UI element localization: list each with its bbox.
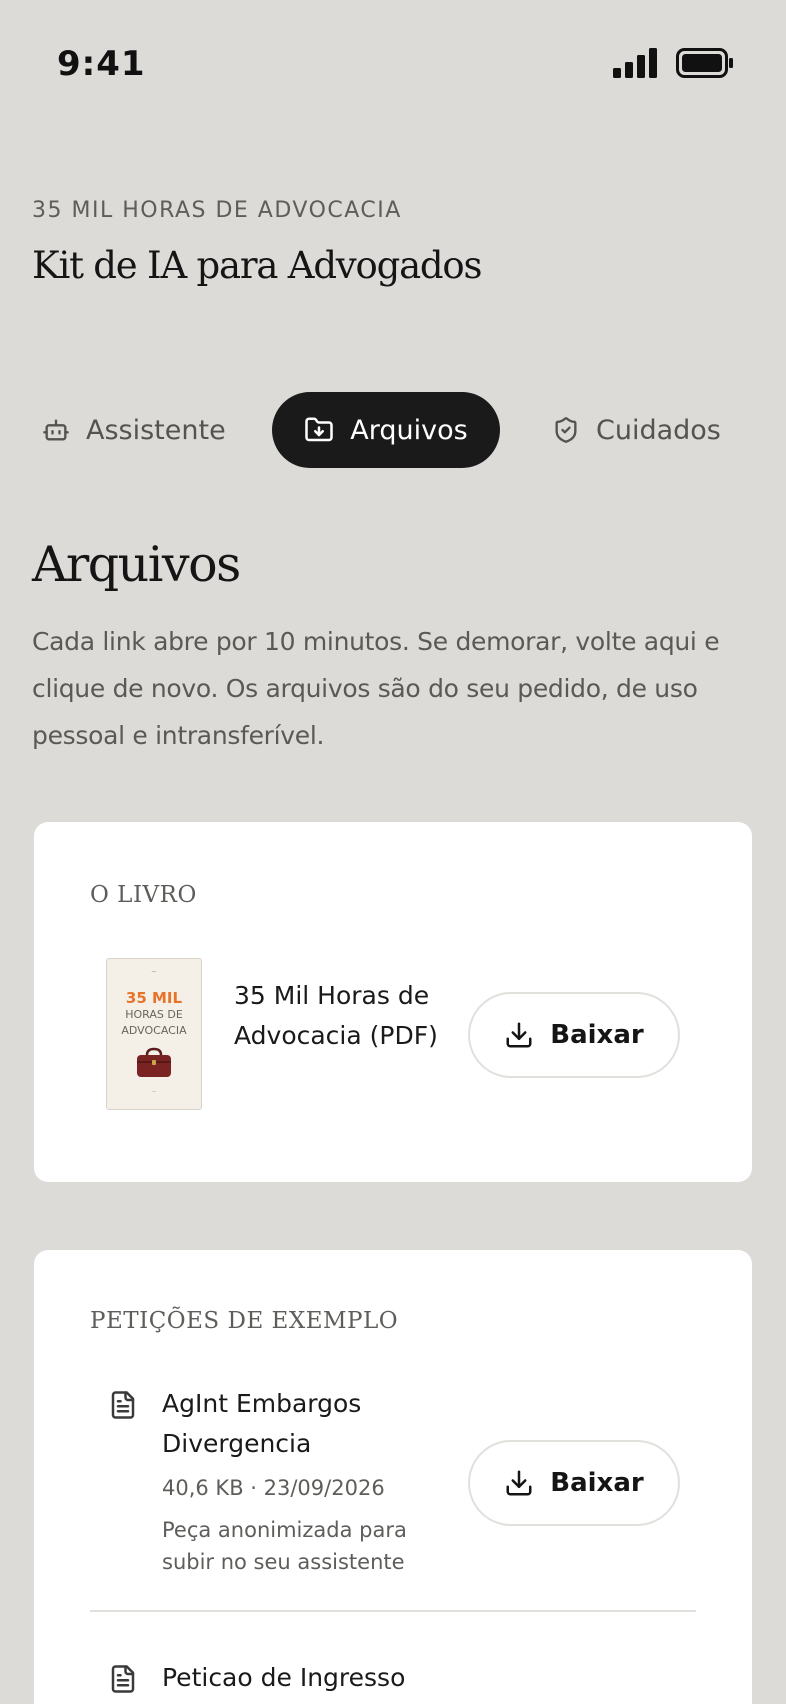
book-cover: — 35 MIL HORAS DE ADVOCACIA — bbox=[106, 958, 202, 1110]
petitions-card: PETIÇÕES DE EXEMPLO AgInt Embargos Diver… bbox=[34, 1250, 752, 1704]
folder-download-icon bbox=[305, 417, 334, 442]
tab-arquivos[interactable]: Arquivos bbox=[272, 392, 500, 468]
tab-label: Arquivos bbox=[350, 414, 468, 446]
cover-title-line: 35 MIL bbox=[125, 989, 183, 1007]
download-icon bbox=[506, 1022, 532, 1048]
section-description: Cada link abre por 10 minutos. Se demora… bbox=[32, 627, 720, 750]
tab-assistente[interactable]: Assistente bbox=[8, 392, 260, 468]
robot-icon bbox=[43, 419, 69, 441]
shield-check-icon bbox=[555, 417, 577, 443]
section-title: Arquivos bbox=[32, 536, 241, 593]
book-card: O LIVRO — 35 MIL HORAS DE ADVOCACIA — 35… bbox=[34, 822, 752, 1182]
cover-footer: — bbox=[152, 1089, 156, 1094]
button-label: Baixar bbox=[550, 1468, 644, 1498]
file-note: Peça anonimizada para subir no seu assis… bbox=[162, 1518, 407, 1574]
file-name: AgInt Embargos Divergencia bbox=[162, 1389, 362, 1458]
file-meta: 40,6 KB · 23/09/2026 bbox=[162, 1476, 385, 1500]
download-petition-button[interactable]: Baixar bbox=[468, 1440, 680, 1526]
file-text-icon bbox=[111, 1665, 135, 1693]
brand-eyebrow: 35 MIL HORAS DE ADVOCACIA bbox=[32, 198, 402, 223]
file-name: Peticao de Ingresso como Amicus bbox=[162, 1663, 406, 1704]
cover-author: — bbox=[151, 969, 157, 975]
divider bbox=[90, 1610, 696, 1612]
tab-cuidados[interactable]: Cuidados bbox=[518, 392, 755, 468]
book-title: 35 Mil Horas de Advocacia (PDF) bbox=[234, 981, 438, 1050]
card-label: O LIVRO bbox=[90, 882, 197, 908]
status-time: 9:41 bbox=[57, 44, 146, 84]
brand-title: Kit de IA para Advogados bbox=[32, 244, 482, 287]
card-label: PETIÇÕES DE EXEMPLO bbox=[90, 1308, 399, 1334]
tab-bar: Assistente Arquivos Cuidados bbox=[0, 392, 786, 468]
cover-title-line: ADVOCACIA bbox=[121, 1024, 187, 1037]
file-text-icon bbox=[111, 1391, 135, 1419]
battery-icon bbox=[676, 48, 733, 78]
tab-label: Cuidados bbox=[596, 414, 721, 446]
briefcase-icon bbox=[137, 1047, 171, 1077]
cover-title-line: HORAS DE bbox=[125, 1008, 183, 1021]
tab-label: Assistente bbox=[86, 414, 226, 446]
download-book-button[interactable]: Baixar bbox=[468, 992, 680, 1078]
download-icon bbox=[506, 1470, 532, 1496]
status-bar: 9:41 bbox=[0, 0, 786, 120]
signal-icon bbox=[613, 48, 657, 78]
button-label: Baixar bbox=[550, 1020, 644, 1050]
